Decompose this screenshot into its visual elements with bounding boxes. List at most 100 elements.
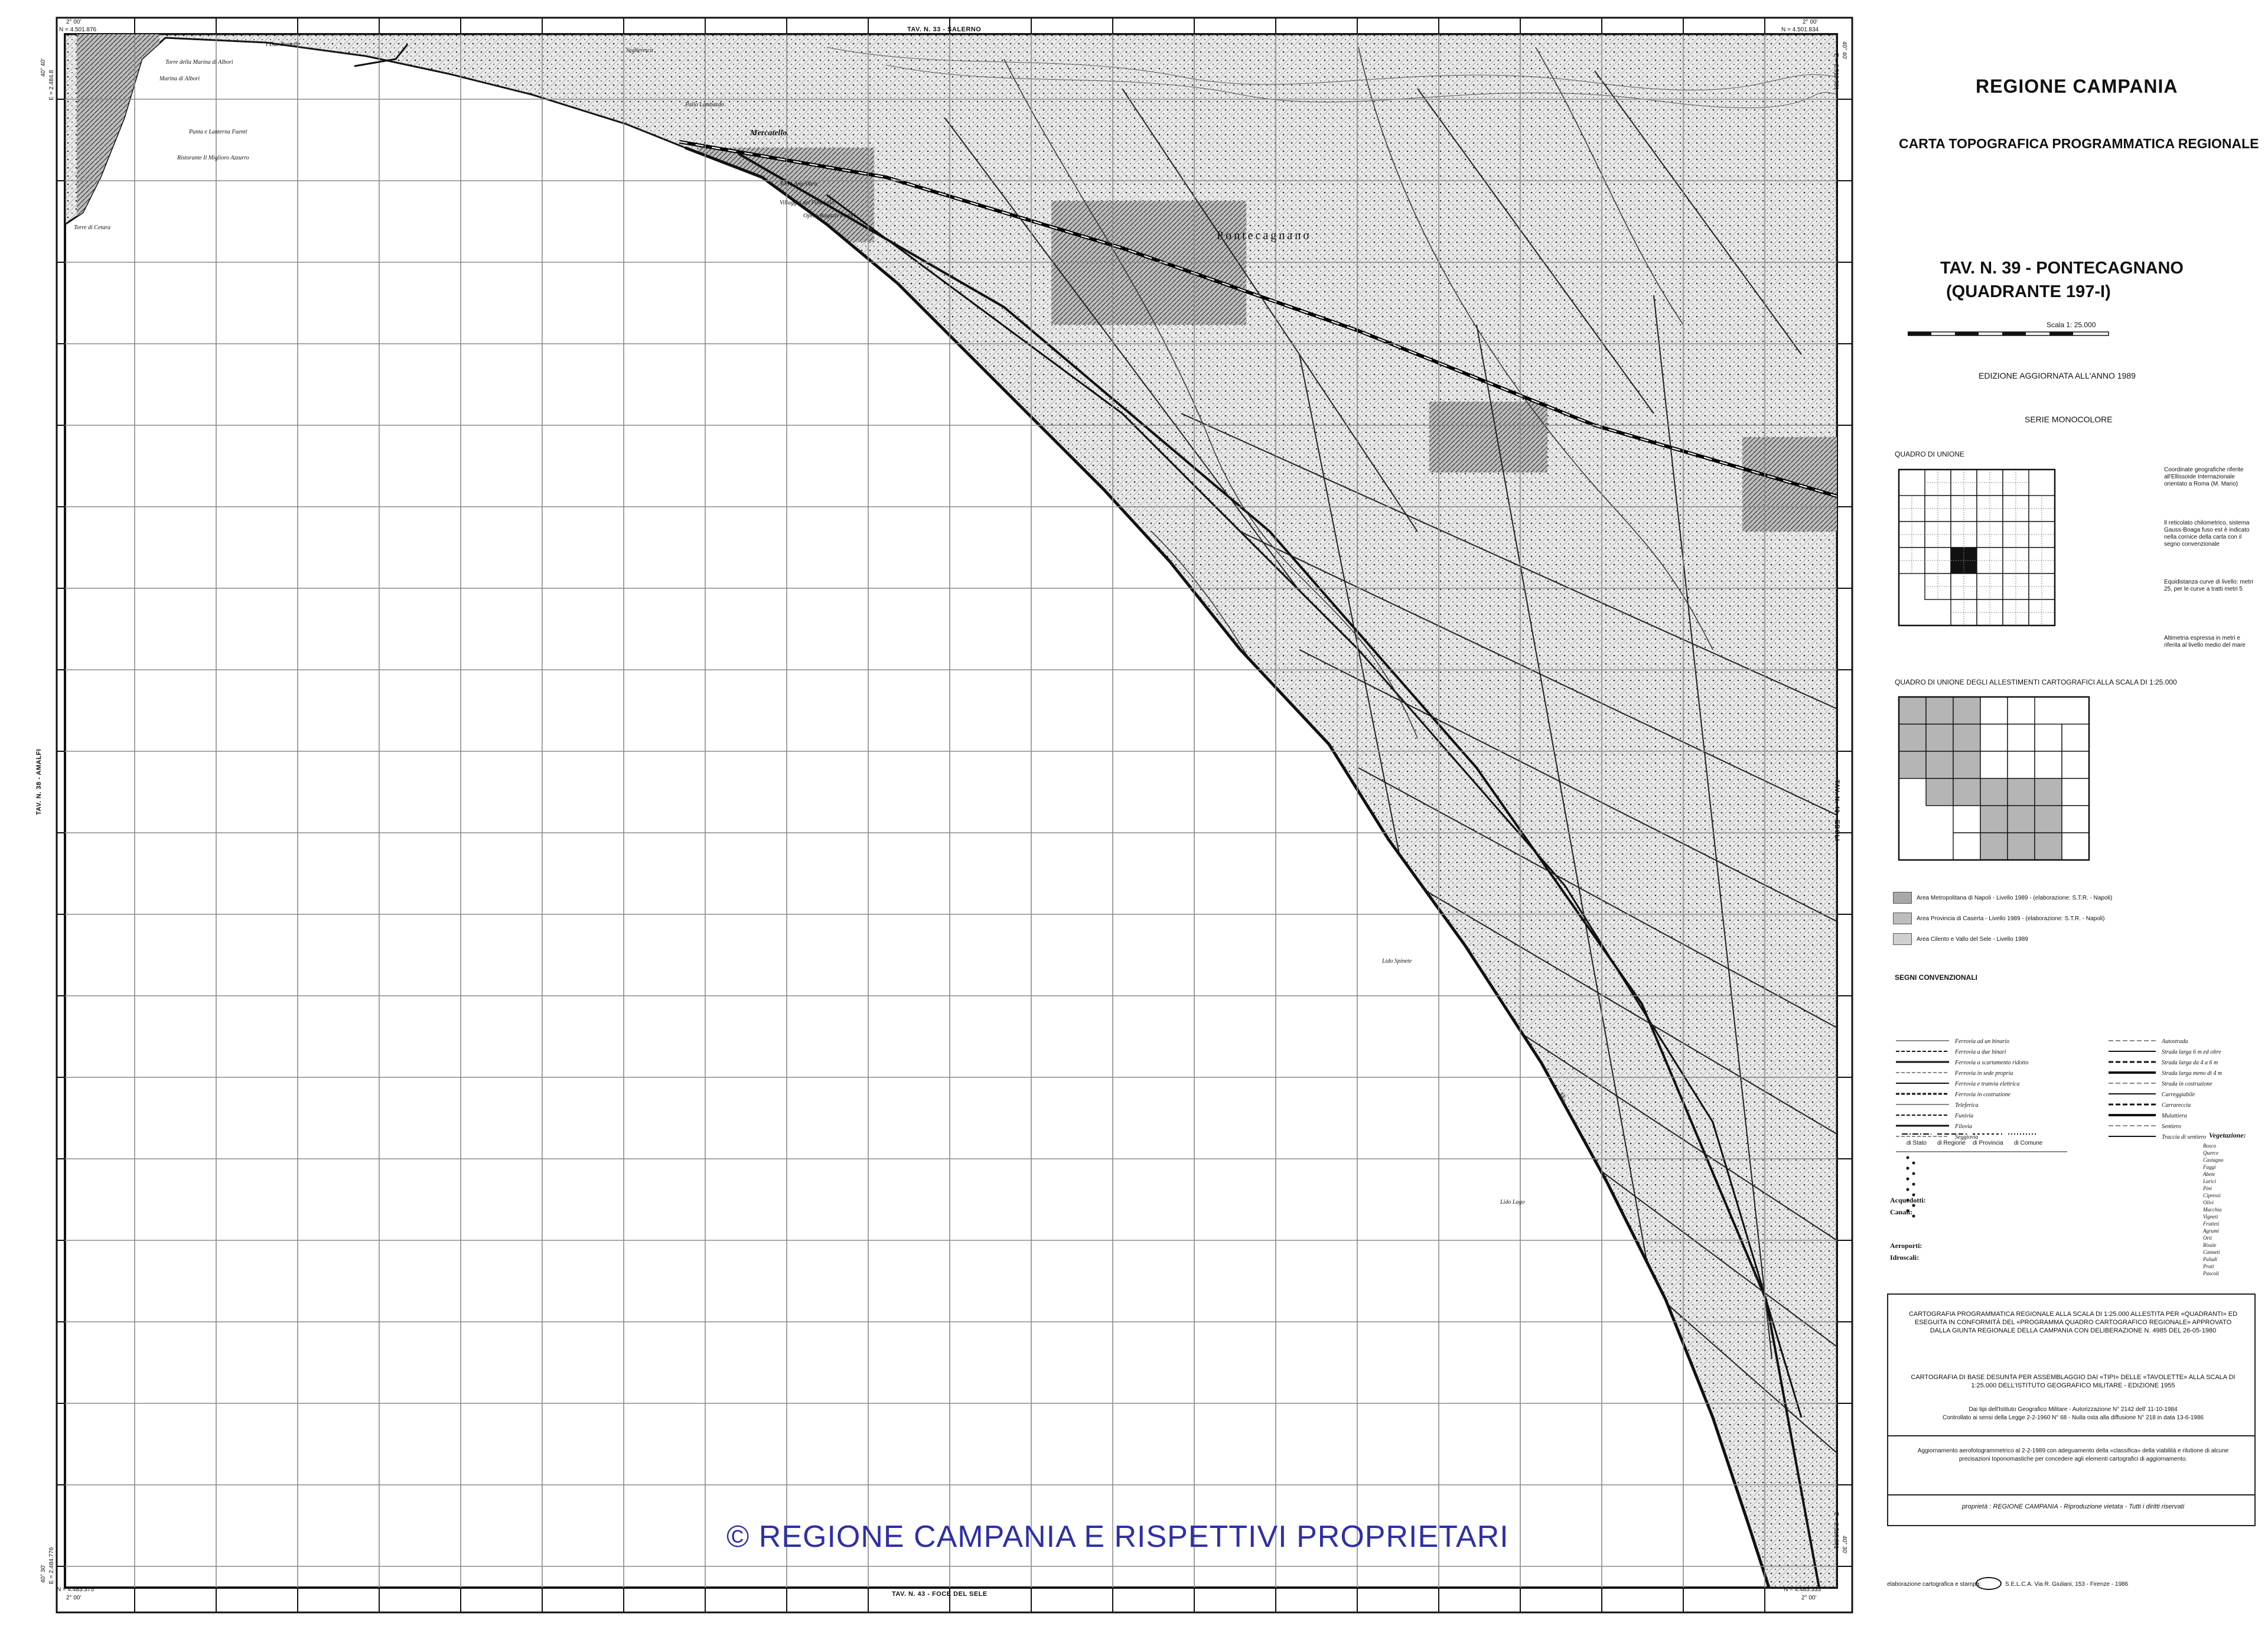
place-label: Pallo Lambardo xyxy=(685,102,724,108)
vegetation-title: Vegetazione: xyxy=(2209,1131,2246,1139)
index-note: Altimetria espressa in metri e riferita … xyxy=(2164,635,2246,649)
area-label: Area Metropolitana di Napoli - Livello 1… xyxy=(1917,895,2113,901)
allestimenti-cell xyxy=(1980,778,2008,806)
sign-label: Ferrovia ad un binario xyxy=(1955,1038,2010,1045)
allestimenti-cell xyxy=(2034,751,2062,779)
vegetation-item: Cipressi xyxy=(2203,1192,2221,1198)
place-label: Ristorante Il Miglioro Azzurro xyxy=(177,155,249,161)
vegetation-item: Abete xyxy=(2203,1171,2215,1177)
sign-label: Carrareccia xyxy=(2162,1102,2191,1109)
allestimenti-cell xyxy=(2061,778,2090,806)
vegetation-item: Faggi xyxy=(2203,1164,2216,1170)
notes-divider xyxy=(1887,1494,2256,1495)
vegetation-item: Risaie xyxy=(2203,1242,2217,1248)
limit-label: di Comune xyxy=(2014,1140,2043,1146)
corner-br-longitude: 2° 00' xyxy=(1801,1595,1817,1601)
sign-label: Strada larga meno di 4 m xyxy=(2162,1070,2223,1077)
vegetation-item: Larici xyxy=(2203,1178,2217,1184)
left-bottom-latitude: 40° 30' xyxy=(40,1565,47,1583)
limit-label: di Regione xyxy=(1937,1140,1966,1146)
sign-label: Ferrovia in costruzione xyxy=(1955,1091,2011,1098)
printer-label: elaborazione cartografica e stampa: xyxy=(1887,1581,1981,1588)
urban-area xyxy=(1429,402,1547,473)
allestimenti-cell xyxy=(1953,778,1981,806)
sign-label: Teleferica xyxy=(1955,1102,1979,1109)
right-top-easting: E = 2.510.901 xyxy=(1833,53,1839,90)
allestimenti-cell xyxy=(1925,696,1954,725)
sheet-label-bottom: TAV. N. 43 - FOCE DEL SELE xyxy=(892,1591,988,1598)
left-bottom-easting: E = 2.484.776 xyxy=(48,1547,55,1584)
place-label: Seglieresca xyxy=(626,47,653,54)
sign-label: Mulattiera xyxy=(2162,1113,2187,1119)
aeroporti-label: Aeroporti: xyxy=(1890,1242,1922,1250)
sheet-label-right: TAV. N. 40 - EBOLI xyxy=(1833,780,1840,842)
allestimenti-index-grid xyxy=(1898,696,2090,861)
allestimenti-cell xyxy=(1898,724,1927,752)
sheet-label-left: TAV. N. 38 - AMALFI xyxy=(35,748,43,815)
notes-divider xyxy=(1887,1435,2256,1436)
copyright-watermark: © REGIONE CAMPANIA E RISPETTIVI PROPRIET… xyxy=(726,1520,1509,1554)
right-top-latitude: 40° 40' xyxy=(1841,41,1847,60)
sign-label: Strada in costruzione xyxy=(2162,1081,2212,1087)
place-label: Torre Angellara xyxy=(780,181,817,187)
index-map-title: QUADRO DI UNIONE xyxy=(1895,450,1965,458)
edition-text: EDIZIONE AGGIORNATA ALL'ANNO 1989 xyxy=(1979,371,2136,380)
limit-label: di Stato xyxy=(1907,1140,1927,1146)
place-label: Punta e Lanterna Fuenti xyxy=(189,129,247,135)
note-control: Controllato ai sensi della Legge 2-2-196… xyxy=(1943,1415,2204,1421)
sign-label: Ferrovia a scartamento ridotto xyxy=(1955,1060,2029,1066)
corner-tr-longitude: 2° 00' xyxy=(1803,19,1818,25)
corner-br-northing: N = 4.483.333 xyxy=(1784,1586,1821,1593)
allestimenti-cell xyxy=(2007,805,2035,833)
sign-label: Strada larga da 4 a 6 m xyxy=(2162,1060,2218,1066)
corner-bl-northing: N = 4.483.375 xyxy=(57,1586,94,1593)
vegetation-item: Castagno xyxy=(2203,1157,2224,1163)
allestimenti-cell xyxy=(1953,751,1981,779)
vegetation-item: Pini xyxy=(2203,1185,2212,1191)
allestimenti-cell xyxy=(2061,724,2090,752)
area-swatch xyxy=(1893,892,1912,904)
allestimenti-cell xyxy=(1925,778,1954,806)
index-note: Equidistanza curve di livello: metri 25,… xyxy=(2164,579,2253,592)
map-canvas[interactable] xyxy=(0,0,1855,1639)
vegetation-item: Bosco xyxy=(2203,1143,2216,1149)
land-texture xyxy=(65,34,1837,1588)
allestimenti-cell xyxy=(1898,751,1927,779)
sign-label: Sentiero xyxy=(2162,1123,2181,1130)
scale-text: Scala 1: 25.000 xyxy=(2047,321,2096,329)
sheet-label-top: TAV. N. 33 - SALERNO xyxy=(907,26,982,33)
vegetation-item: Prati xyxy=(2203,1263,2214,1269)
allestimenti-cell xyxy=(2007,724,2035,752)
allestimenti-cell xyxy=(1980,696,2008,725)
left-top-easting: E = 2.484.8 xyxy=(48,70,55,100)
legend-subtitle: CARTA TOPOGRAFICA PROGRAMMATICA REGIONAL… xyxy=(1899,136,2259,151)
sign-label: Ferrovia e tranvia elettrica xyxy=(1955,1081,2020,1087)
right-bottom-easting: E = 2.510.861 xyxy=(1833,1512,1839,1549)
place-label: Villaggio del Fanciullo xyxy=(780,200,835,206)
allestimenti-cell xyxy=(1898,696,1927,725)
vegetation-item: Canneti xyxy=(2203,1249,2220,1255)
left-top-latitude: 40° 40' xyxy=(40,58,47,77)
sign-label: Traccia di sentiero xyxy=(2162,1134,2207,1141)
allestimenti-cell xyxy=(2007,832,2035,861)
area-swatch xyxy=(1893,933,1912,945)
sign-label: Strada larga 6 m ed oltre xyxy=(2162,1049,2221,1055)
sign-label: Autostrada xyxy=(2162,1038,2188,1045)
allestimenti-cell xyxy=(1980,832,2008,861)
printer-logo-icon xyxy=(1976,1577,2002,1590)
allestimenti-cell xyxy=(2034,778,2062,806)
vegetation-item: Frutteti xyxy=(2203,1221,2220,1227)
series-text: SERIE MONOCOLORE xyxy=(2025,415,2113,424)
allestimenti-cell xyxy=(2007,778,2035,806)
place-label: Lido Spinete xyxy=(1382,958,1412,964)
corner-tl-northing: N = 4.501.876 xyxy=(59,27,97,33)
vegetation-item: Pascoli xyxy=(2203,1270,2219,1276)
allestimenti-cell xyxy=(1980,805,2008,833)
note-programmatic: CARTOGRAFIA PROGRAMMATICA REGIONALE ALLA… xyxy=(1908,1311,2238,1334)
place-label-town: Pontecagnano xyxy=(1217,229,1312,242)
index2-map-title: QUADRO DI UNIONE DEGLI ALLESTIMENTI CART… xyxy=(1895,678,2177,686)
allestimenti-cell xyxy=(2061,805,2090,833)
allestimenti-cell xyxy=(1925,724,1954,752)
allestimenti-cell xyxy=(2007,751,2035,779)
note-base: CARTOGRAFIA DI BASE DESUNTA PER ASSEMBLA… xyxy=(1911,1374,2236,1389)
